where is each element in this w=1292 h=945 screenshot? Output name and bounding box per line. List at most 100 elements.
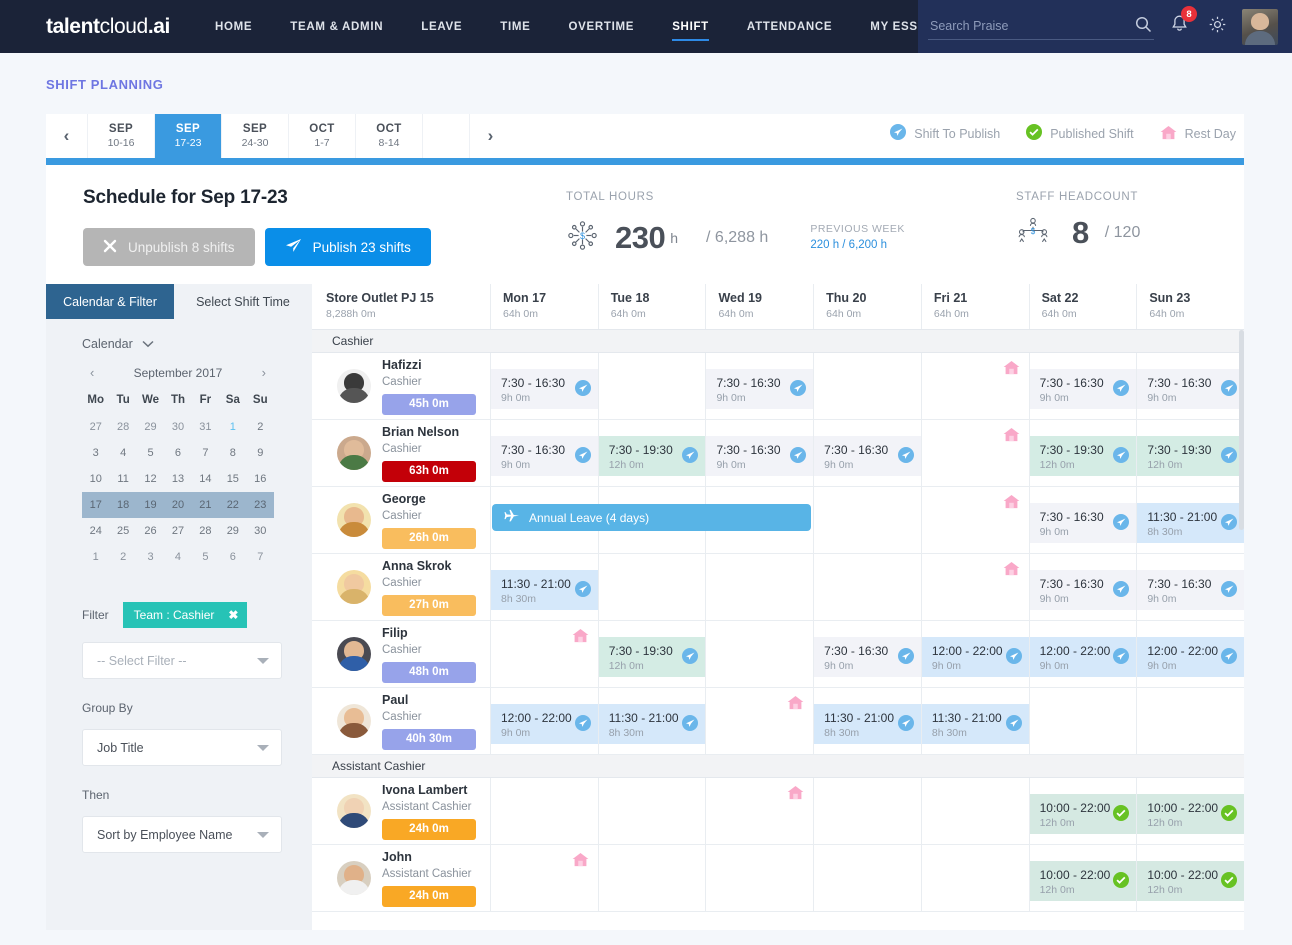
shift-block[interactable]: 11:30 - 21:00 8h 30m (598, 704, 706, 744)
shift-block[interactable]: 7:30 - 16:30 9h 0m (1137, 570, 1244, 610)
schedule-cell[interactable] (920, 353, 1029, 419)
calendar-day[interactable]: 16 (247, 466, 274, 492)
schedule-cell[interactable] (705, 621, 813, 687)
next-week-button[interactable]: › (469, 114, 511, 158)
schedule-cell[interactable] (813, 778, 921, 844)
select-filter-dropdown[interactable]: -- Select Filter -- (82, 642, 282, 679)
shift-block[interactable]: 11:30 - 21:00 8h 30m (814, 704, 921, 744)
schedule-cell[interactable]: 12:00 - 22:00 9h 0m (1028, 621, 1137, 687)
calendar-day[interactable]: 10 (82, 466, 109, 492)
then-dropdown[interactable]: Sort by Employee Name (82, 816, 282, 853)
shift-block[interactable]: 10:00 - 22:00 12h 0m (1137, 794, 1244, 834)
schedule-cell[interactable]: 12:00 - 22:00 9h 0m (920, 621, 1029, 687)
shift-block[interactable]: 7:30 - 16:30 9h 0m (491, 369, 598, 409)
schedule-cell[interactable] (490, 778, 598, 844)
schedule-cell[interactable]: 7:30 - 16:30 9h 0m (705, 420, 814, 486)
schedule-cell[interactable] (813, 353, 921, 419)
calendar-prev-month[interactable]: ‹ (86, 365, 98, 380)
schedule-cell[interactable]: 12:00 - 22:00 9h 0m (1136, 621, 1244, 687)
schedule-cell[interactable]: 10:00 - 22:00 12h 0m (1028, 778, 1137, 844)
schedule-cell[interactable]: 7:30 - 16:30 9h 0m (705, 353, 814, 419)
schedule-cell[interactable] (490, 621, 598, 687)
schedule-cell[interactable]: 7:30 - 16:30 9h 0m (1028, 554, 1137, 620)
calendar-day[interactable]: 8 (219, 440, 246, 466)
calendar-day[interactable]: 2 (247, 414, 274, 440)
calendar-day[interactable]: 17 (82, 492, 110, 518)
schedule-cell[interactable]: 7:30 - 16:30 9h 0m (1028, 353, 1137, 419)
calendar-day[interactable]: 1 (219, 414, 246, 440)
schedule-cell[interactable]: 7:30 - 19:30 12h 0m (597, 621, 706, 687)
calendar-day[interactable]: 23 (246, 492, 274, 518)
unpublish-shifts-button[interactable]: Unpublish 8 shifts (83, 228, 255, 266)
calendar-day[interactable]: 5 (192, 544, 219, 570)
shift-block[interactable]: 11:30 - 21:00 8h 30m (921, 704, 1029, 744)
calendar-day[interactable]: 24 (82, 518, 109, 544)
schedule-cell[interactable] (813, 845, 921, 911)
schedule-cell[interactable] (920, 420, 1029, 486)
shift-block[interactable]: 10:00 - 22:00 12h 0m (1029, 861, 1137, 901)
schedule-cell[interactable]: 11:30 - 21:00 8h 30m (1136, 487, 1244, 553)
previous-week-button[interactable]: ‹ (46, 114, 88, 158)
schedule-cell[interactable]: 12:00 - 22:00 9h 0m (490, 688, 598, 754)
schedule-cell[interactable]: 10:00 - 22:00 12h 0m (1136, 778, 1244, 844)
notifications-button[interactable]: 8 (1160, 6, 1199, 39)
search-icon[interactable] (1135, 16, 1152, 38)
schedule-cell[interactable]: 11:30 - 21:00 8h 30m (597, 688, 706, 754)
calendar-day[interactable]: 27 (82, 414, 109, 440)
brand-logo[interactable]: talent cloud .ai (0, 0, 170, 53)
shift-block[interactable]: 7:30 - 16:30 9h 0m (814, 637, 921, 677)
calendar-day[interactable]: 31 (192, 414, 219, 440)
schedule-cell[interactable] (920, 487, 1029, 553)
schedule-cell[interactable] (1136, 688, 1244, 754)
schedule-cell[interactable] (705, 845, 813, 911)
calendar-day[interactable]: 5 (137, 440, 164, 466)
calendar-day[interactable]: 30 (247, 518, 274, 544)
calendar-day[interactable]: 7 (192, 440, 219, 466)
schedule-cell[interactable]: 7:30 - 16:30 9h 0m (813, 621, 921, 687)
schedule-cell[interactable] (705, 778, 813, 844)
schedule-cell[interactable] (490, 845, 598, 911)
nav-item-time[interactable]: TIME (481, 0, 549, 53)
schedule-cell[interactable]: 10:00 - 22:00 12h 0m (1028, 845, 1137, 911)
shift-block[interactable]: 12:00 - 22:00 9h 0m (1137, 637, 1244, 677)
shift-block[interactable]: 11:30 - 21:00 8h 30m (491, 570, 598, 610)
filter-chip-team-cashier[interactable]: Team : Cashier ✖ (122, 602, 248, 628)
shift-block[interactable]: 7:30 - 16:30 9h 0m (1029, 503, 1137, 543)
nav-item-overtime[interactable]: OVERTIME (550, 0, 654, 53)
nav-item-shift[interactable]: SHIFT (653, 0, 728, 53)
schedule-cell[interactable] (597, 353, 706, 419)
calendar-day[interactable]: 1 (82, 544, 109, 570)
nav-item-attendance[interactable]: ATTENDANCE (728, 0, 851, 53)
shift-block[interactable]: 7:30 - 16:30 9h 0m (706, 369, 814, 409)
calendar-day[interactable]: 3 (137, 544, 164, 570)
week-tab-oct-1-7[interactable]: OCT 1-7 (289, 114, 356, 158)
calendar-day[interactable]: 3 (82, 440, 109, 466)
calendar-day[interactable]: 13 (164, 466, 191, 492)
schedule-cell[interactable]: 7:30 - 19:30 12h 0m (1136, 420, 1244, 486)
schedule-cell[interactable] (920, 554, 1029, 620)
schedule-cell[interactable] (813, 554, 921, 620)
schedule-cell[interactable]: 10:00 - 22:00 12h 0m (1136, 845, 1244, 911)
shift-block[interactable]: 7:30 - 16:30 9h 0m (1029, 369, 1137, 409)
nav-item-team-admin[interactable]: TEAM & ADMIN (271, 0, 402, 53)
calendar-day[interactable]: 22 (219, 492, 247, 518)
calendar-day[interactable]: 9 (247, 440, 274, 466)
calendar-day[interactable]: 29 (219, 518, 246, 544)
schedule-cell[interactable]: 11:30 - 21:00 8h 30m (813, 688, 921, 754)
calendar-day[interactable]: 15 (219, 466, 246, 492)
calendar-day[interactable]: 7 (247, 544, 274, 570)
nav-item-home[interactable]: HOME (196, 0, 271, 53)
calendar-day[interactable]: 4 (109, 440, 136, 466)
schedule-cell[interactable]: 7:30 - 16:30 9h 0m (490, 353, 598, 419)
calendar-day[interactable]: 26 (137, 518, 164, 544)
calendar-day[interactable]: 19 (136, 492, 165, 518)
schedule-cell[interactable] (597, 845, 706, 911)
schedule-cell[interactable] (920, 778, 1029, 844)
calendar-day[interactable]: 29 (137, 414, 164, 440)
calendar-day[interactable]: 14 (192, 466, 219, 492)
calendar-day[interactable]: 12 (137, 466, 164, 492)
leave-bar[interactable]: Annual Leave (4 days) (492, 504, 812, 531)
schedule-cell[interactable] (813, 487, 921, 553)
schedule-cell[interactable] (705, 554, 813, 620)
shift-block[interactable]: 7:30 - 19:30 12h 0m (598, 436, 706, 476)
